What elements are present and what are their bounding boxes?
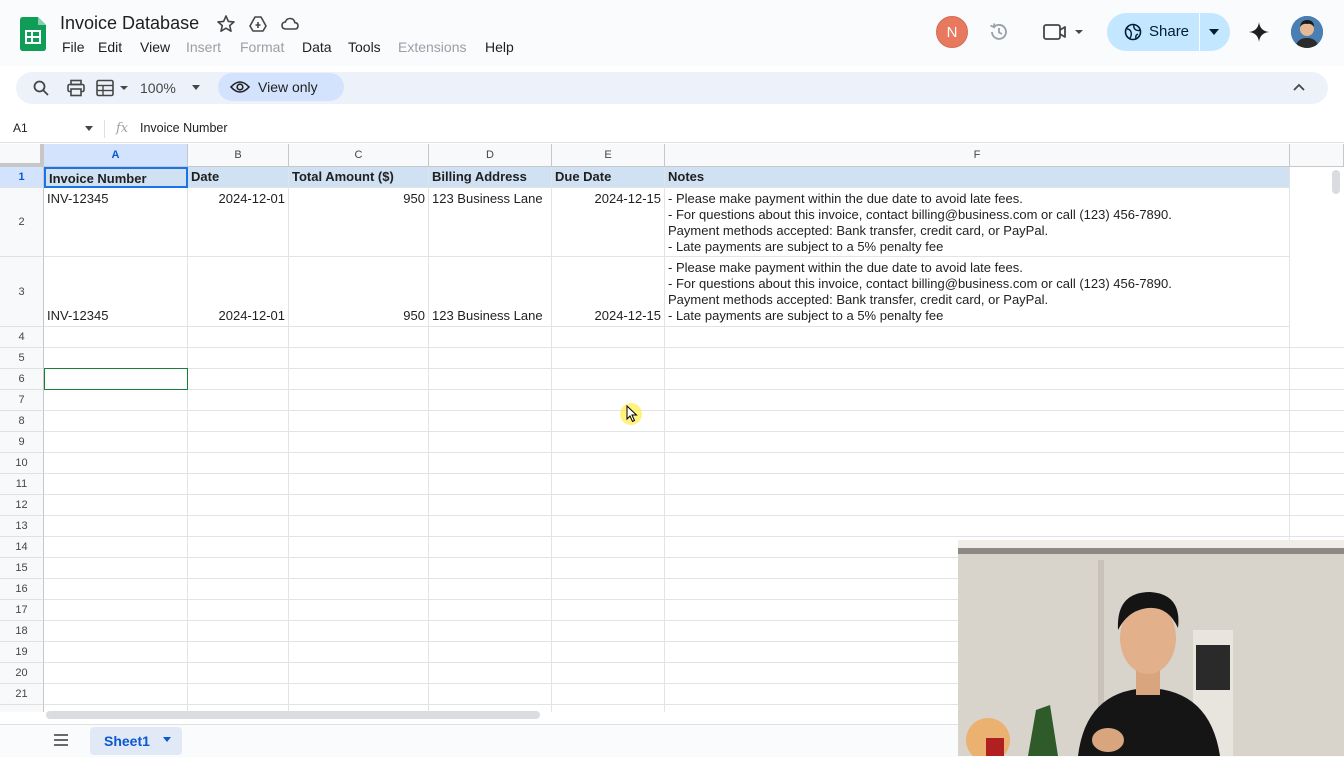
cell-invoice-number[interactable]: INV-12345 xyxy=(44,188,188,257)
collapse-chevron-icon[interactable] xyxy=(1292,82,1306,92)
column-header-c[interactable]: C xyxy=(289,144,429,167)
header-cell-total-amount[interactable]: Total Amount ($) xyxy=(289,167,429,188)
sheets-logo-icon[interactable] xyxy=(20,17,46,51)
row-header-11[interactable]: 11 xyxy=(0,474,44,495)
cell-date[interactable]: 2024-12-01 xyxy=(188,188,289,257)
row-header-12[interactable]: 12 xyxy=(0,495,44,516)
column-header-e[interactable]: E xyxy=(552,144,665,167)
menu-help[interactable]: Help xyxy=(485,39,514,55)
mouse-pointer-icon xyxy=(626,405,638,423)
menu-view[interactable]: View xyxy=(140,39,170,55)
document-title[interactable]: Invoice Database xyxy=(60,13,199,34)
webcam-overlay xyxy=(958,540,1344,756)
star-icon[interactable] xyxy=(216,14,236,34)
profile-photo-icon xyxy=(1291,16,1323,48)
cell-invoice-number[interactable]: INV-12345 xyxy=(44,257,188,327)
share-dropdown-icon[interactable] xyxy=(1207,26,1221,38)
row-header-7[interactable]: 7 xyxy=(0,390,44,411)
select-all-corner[interactable] xyxy=(0,144,44,167)
vertical-scrollbar[interactable] xyxy=(1332,170,1340,194)
column-header-a[interactable]: A xyxy=(44,144,188,167)
menu-data[interactable]: Data xyxy=(302,39,332,55)
menu-edit[interactable]: Edit xyxy=(98,39,122,55)
header-cell-date[interactable]: Date xyxy=(188,167,289,188)
cell-notes[interactable]: - Please make payment within the due dat… xyxy=(665,257,1290,327)
meet-camera-icon[interactable] xyxy=(1042,22,1086,42)
row-header-4[interactable]: 4 xyxy=(0,327,44,348)
row-header-20[interactable]: 20 xyxy=(0,663,44,684)
globe-icon xyxy=(1124,23,1142,41)
name-box[interactable]: A1 xyxy=(13,121,28,135)
row-header-22 xyxy=(0,705,44,712)
row-header-5[interactable]: 5 xyxy=(0,348,44,369)
row-header-13[interactable]: 13 xyxy=(0,516,44,537)
row-header-10[interactable]: 10 xyxy=(0,453,44,474)
share-divider xyxy=(1199,13,1200,51)
move-to-drive-icon[interactable] xyxy=(248,14,268,34)
share-label: Share xyxy=(1149,23,1190,40)
presenter-video-icon xyxy=(958,540,1344,756)
zoom-level[interactable]: 100% xyxy=(140,80,176,96)
cell-billing-address[interactable]: 123 Business Lane xyxy=(429,188,552,257)
row-header-21[interactable]: 21 xyxy=(0,684,44,705)
row-header-17[interactable]: 17 xyxy=(0,600,44,621)
row-header-1[interactable]: 1 xyxy=(0,167,44,188)
all-sheets-menu-icon[interactable] xyxy=(52,733,70,747)
cell-total-amount[interactable]: 950 xyxy=(289,257,429,327)
row-header-14[interactable]: 14 xyxy=(0,537,44,558)
horizontal-scrollbar[interactable] xyxy=(46,711,540,719)
toolbar xyxy=(16,72,1328,104)
row-header-19[interactable]: 19 xyxy=(0,642,44,663)
menu-file[interactable]: File xyxy=(62,39,85,55)
cell-due-date[interactable]: 2024-12-15 xyxy=(552,257,665,327)
row-header-9[interactable]: 9 xyxy=(0,432,44,453)
gemini-sparkle-icon[interactable] xyxy=(1248,21,1270,43)
row-header-18[interactable]: 18 xyxy=(0,621,44,642)
cell-total-amount[interactable]: 950 xyxy=(289,188,429,257)
header-cell-notes[interactable]: Notes xyxy=(665,167,1290,188)
account-avatar[interactable] xyxy=(1291,16,1323,48)
row-header-3[interactable]: 3 xyxy=(0,257,44,327)
cell-due-date[interactable]: 2024-12-15 xyxy=(552,188,665,257)
header-cell-due-date[interactable]: Due Date xyxy=(552,167,665,188)
formula-input[interactable]: Invoice Number xyxy=(140,121,228,135)
menu-format: Format xyxy=(240,39,285,55)
sheet-tab-dropdown-icon[interactable] xyxy=(162,736,172,744)
row-header-6[interactable]: 6 xyxy=(0,369,44,390)
formula-divider xyxy=(104,120,105,138)
menu-extensions: Extensions xyxy=(398,39,467,55)
menu-insert: Insert xyxy=(186,39,222,55)
column-header-b[interactable]: B xyxy=(188,144,289,167)
row-header-2[interactable]: 2 xyxy=(0,188,44,257)
menu-tools[interactable]: Tools xyxy=(348,39,381,55)
cell-date[interactable]: 2024-12-01 xyxy=(188,257,289,327)
row-header-16[interactable]: 16 xyxy=(0,579,44,600)
selected-cell-a6[interactable] xyxy=(44,368,188,390)
table-view-icon[interactable] xyxy=(96,79,130,97)
column-header-empty xyxy=(1290,144,1344,167)
version-history-icon[interactable] xyxy=(988,21,1010,43)
zoom-dropdown-icon[interactable] xyxy=(190,83,202,93)
cloud-saved-icon[interactable] xyxy=(280,14,300,34)
view-only-label: View only xyxy=(258,79,318,95)
sheet-tab-label: Sheet1 xyxy=(104,733,150,749)
cell-notes[interactable]: - Please make payment within the due dat… xyxy=(665,188,1290,257)
name-box-dropdown-icon[interactable] xyxy=(84,125,94,133)
column-header-d[interactable]: D xyxy=(429,144,552,167)
cell-billing-address[interactable]: 123 Business Lane xyxy=(429,257,552,327)
row-header-15[interactable]: 15 xyxy=(0,558,44,579)
column-header-f[interactable]: F xyxy=(665,144,1290,167)
header-cell-billing-address[interactable]: Billing Address xyxy=(429,167,552,188)
search-icon[interactable] xyxy=(32,79,50,97)
fx-icon: fx xyxy=(116,121,129,136)
row-header-8[interactable]: 8 xyxy=(0,411,44,432)
print-icon[interactable] xyxy=(66,79,86,97)
eye-icon xyxy=(230,81,250,93)
header-cell-invoice-number[interactable]: Invoice Number xyxy=(44,167,188,188)
collaborator-avatar[interactable]: N xyxy=(936,16,968,48)
